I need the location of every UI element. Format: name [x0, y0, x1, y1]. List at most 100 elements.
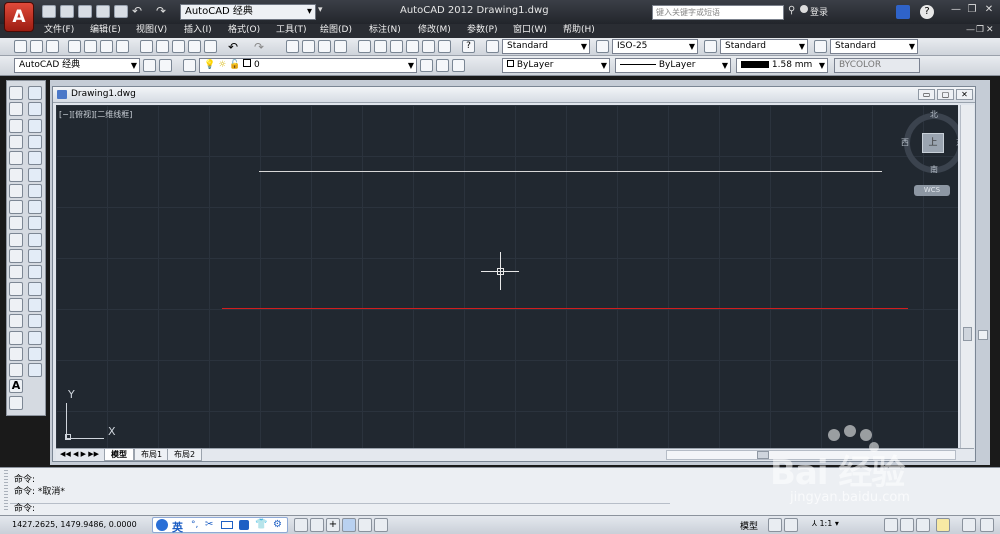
scrollbar-thumb[interactable]: [757, 451, 769, 459]
make-current-layer-icon[interactable]: [420, 59, 433, 72]
dim-style-select[interactable]: ISO-25 ▼: [612, 39, 698, 54]
polyline-icon[interactable]: [9, 118, 23, 133]
gear-icon[interactable]: [884, 518, 898, 532]
menu-format[interactable]: 格式(O): [228, 24, 260, 38]
menu-draw[interactable]: 绘图(D): [320, 24, 352, 38]
qnew-icon[interactable]: [42, 5, 56, 18]
binoculars-icon[interactable]: ⚲: [788, 5, 795, 16]
blend-icon[interactable]: [28, 346, 42, 361]
gear-icon[interactable]: [143, 59, 156, 72]
mirror-icon[interactable]: [28, 118, 42, 133]
close-icon[interactable]: ✕: [986, 25, 994, 35]
restore-icon[interactable]: ❐: [966, 4, 978, 16]
compass-west[interactable]: 西: [901, 137, 909, 148]
lock-icon[interactable]: [916, 518, 930, 532]
tab-navigation-arrows[interactable]: ◀◀ ◀ ▶ ▶▶: [60, 450, 99, 458]
menu-view[interactable]: 视图(V): [136, 24, 167, 38]
mdi-scroll-thumb[interactable]: [978, 330, 988, 340]
restore-icon[interactable]: ❐: [976, 25, 984, 35]
annotation-scale[interactable]: ⅄ 1:1 ▾: [812, 519, 839, 528]
white-line[interactable]: [259, 171, 882, 172]
chevron-down-icon[interactable]: ▾: [318, 5, 323, 15]
break-icon[interactable]: [28, 281, 42, 296]
menu-window[interactable]: 窗口(W): [513, 24, 547, 38]
add-selected-icon[interactable]: [9, 395, 23, 410]
shirt-icon[interactable]: 👕: [255, 519, 267, 530]
tab-layout2[interactable]: 布局2: [167, 449, 203, 461]
linetype-select[interactable]: ByLayer ▼: [615, 58, 731, 73]
sheet-set-icon[interactable]: [406, 40, 419, 53]
compass-north[interactable]: 北: [930, 109, 938, 120]
move-icon[interactable]: [28, 167, 42, 182]
ellipse-arc-icon[interactable]: [9, 249, 23, 263]
dim-style-icon[interactable]: [596, 40, 609, 53]
cut-icon[interactable]: [140, 40, 153, 53]
multileader-style-icon[interactable]: [814, 40, 827, 53]
3dprint-icon[interactable]: [116, 40, 129, 53]
new-icon[interactable]: [14, 40, 27, 53]
user-icon[interactable]: [239, 520, 249, 530]
stretch-icon[interactable]: [28, 216, 42, 231]
array-icon[interactable]: [28, 151, 42, 166]
break-point-icon[interactable]: [28, 265, 42, 280]
coordinates-readout[interactable]: 1427.2625, 1479.9486, 0.0000: [12, 520, 137, 529]
revcloud-icon[interactable]: [9, 200, 23, 215]
scale-icon[interactable]: [28, 200, 42, 215]
minimize-icon[interactable]: ▭: [918, 89, 935, 100]
snap-mode-icon[interactable]: [310, 518, 324, 532]
copy-object-icon[interactable]: [28, 102, 42, 117]
design-center-icon[interactable]: [374, 40, 387, 53]
wcs-menu[interactable]: WCS: [914, 185, 950, 196]
rotate-icon[interactable]: [28, 183, 42, 198]
user-icon[interactable]: [800, 5, 808, 13]
extend-icon[interactable]: [28, 249, 42, 263]
model-space-toggle[interactable]: 模型: [740, 519, 758, 532]
qplot-icon[interactable]: [114, 5, 128, 18]
vertical-scrollbar[interactable]: [960, 105, 974, 448]
clean-screen-icon[interactable]: [980, 518, 994, 532]
tab-model[interactable]: 模型: [104, 449, 134, 461]
menu-help[interactable]: 帮助(H): [563, 24, 595, 38]
undo-icon[interactable]: ↶: [228, 40, 238, 54]
workspace-combo[interactable]: AutoCAD 经典 ▼: [14, 58, 140, 73]
qsave-icon[interactable]: [78, 5, 92, 18]
join-icon[interactable]: [28, 297, 42, 312]
zoom-realtime-icon[interactable]: [302, 40, 315, 53]
osnap-icon[interactable]: [374, 518, 388, 532]
copy-icon[interactable]: [156, 40, 169, 53]
compass-south[interactable]: 南: [930, 164, 938, 175]
workspace-settings-icon[interactable]: [159, 59, 172, 72]
lightbulb-icon[interactable]: [936, 518, 950, 532]
block-editor-icon[interactable]: [204, 40, 217, 53]
text-style-icon[interactable]: [486, 40, 499, 53]
red-line[interactable]: [222, 308, 908, 309]
zoom-previous-icon[interactable]: [334, 40, 347, 53]
viewcube-top-face[interactable]: 上: [922, 133, 944, 153]
gear-icon[interactable]: ⚙: [273, 519, 282, 530]
tool-palettes-icon[interactable]: [390, 40, 403, 53]
color-select[interactable]: ByLayer ▼: [502, 58, 610, 73]
help-icon[interactable]: ?: [920, 5, 934, 19]
fillet-icon[interactable]: [28, 330, 42, 345]
punctuation-icon[interactable]: °,: [191, 520, 198, 530]
region-icon[interactable]: [9, 346, 23, 361]
status-menu-icon[interactable]: [962, 518, 976, 532]
zoom-window-icon[interactable]: [318, 40, 331, 53]
spline-icon[interactable]: [9, 216, 23, 231]
polygon-icon[interactable]: [9, 134, 23, 149]
minimize-icon[interactable]: —: [950, 4, 962, 16]
close-icon[interactable]: ✕: [956, 89, 973, 100]
gradient-icon[interactable]: [9, 330, 23, 345]
publish-icon[interactable]: [100, 40, 113, 53]
menu-file[interactable]: 文件(F): [44, 24, 74, 38]
menu-edit[interactable]: 编辑(E): [90, 24, 121, 38]
exchange-icon[interactable]: [896, 5, 910, 19]
layer-states-icon[interactable]: [452, 59, 465, 72]
erase-icon[interactable]: [28, 86, 42, 100]
hatch-icon[interactable]: [9, 314, 23, 329]
application-menu-button[interactable]: A: [4, 2, 34, 32]
table-style-select[interactable]: Standard ▼: [720, 39, 808, 54]
polar-icon[interactable]: [358, 518, 372, 532]
grip-handle[interactable]: [4, 470, 8, 512]
viewport-controls[interactable]: [−][俯视][二维线框]: [59, 109, 132, 120]
